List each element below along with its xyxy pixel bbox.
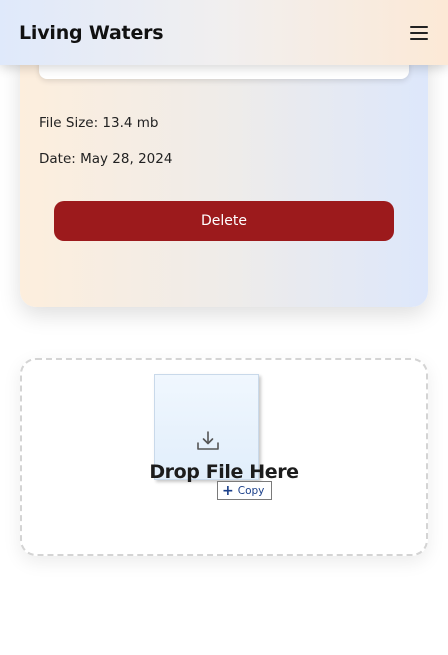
copy-label: Copy bbox=[237, 484, 265, 497]
download-tray-icon bbox=[197, 431, 219, 450]
delete-button[interactable]: Delete bbox=[54, 201, 394, 241]
plus-icon: + bbox=[222, 482, 234, 499]
drop-file-label: Drop File Here bbox=[149, 461, 299, 483]
file-size-text: File Size: 13.4 mb bbox=[39, 115, 159, 131]
hamburger-menu-icon[interactable] bbox=[410, 25, 428, 40]
file-date-text: Date: May 28, 2024 bbox=[39, 151, 173, 167]
app-header: Living Waters bbox=[0, 0, 448, 65]
brand-title[interactable]: Living Waters bbox=[19, 22, 164, 44]
copy-cursor-tooltip: + Copy bbox=[217, 481, 272, 500]
